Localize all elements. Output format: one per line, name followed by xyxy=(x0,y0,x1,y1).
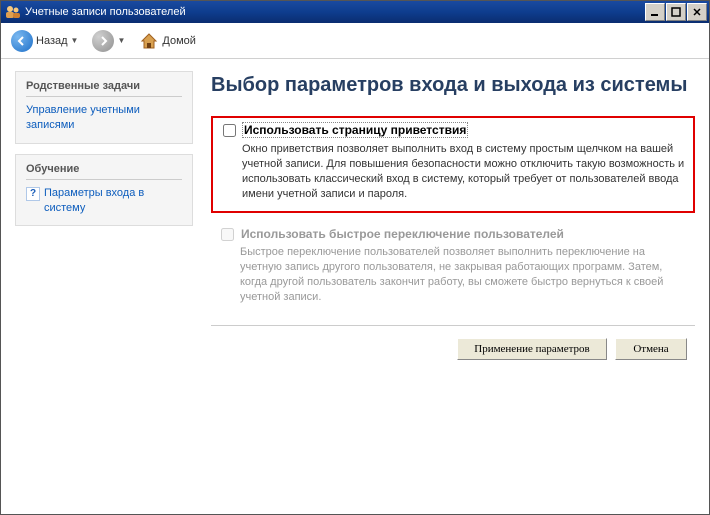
main-area: Родственные задачи Управление учетными з… xyxy=(1,59,709,514)
option-welcome-screen: Использовать страницу приветствия Окно п… xyxy=(211,116,695,213)
home-icon xyxy=(139,31,159,51)
help-icon: ? xyxy=(26,187,40,201)
button-row: Применение параметров Отмена xyxy=(211,338,695,360)
forward-button[interactable]: ▼ xyxy=(88,28,129,54)
fast-switch-label: Использовать быстрое переключение пользо… xyxy=(240,227,565,241)
navbar: Назад ▼ ▼ Домой xyxy=(1,23,709,59)
users-app-icon xyxy=(5,4,21,20)
welcome-label[interactable]: Использовать страницу приветствия xyxy=(242,122,468,138)
login-params-link[interactable]: ? Параметры входа в систему xyxy=(26,186,182,216)
fast-switch-description: Быстрое переключение пользователей позво… xyxy=(221,245,689,304)
back-arrow-icon xyxy=(11,30,33,52)
maximize-button[interactable] xyxy=(666,3,686,21)
page-title: Выбор параметров входа и выхода из систе… xyxy=(211,73,695,98)
titlebar: Учетные записи пользователей xyxy=(1,1,709,23)
apply-button[interactable]: Применение параметров xyxy=(457,338,607,360)
home-button[interactable]: Домой xyxy=(135,29,200,53)
back-dropdown-icon: ▼ xyxy=(71,36,79,45)
link-label: Управление учетными записями xyxy=(26,103,182,133)
cancel-button[interactable]: Отмена xyxy=(615,338,687,360)
learn-panel: Обучение ? Параметры входа в систему xyxy=(15,154,193,227)
option-welcome-head: Использовать страницу приветствия xyxy=(223,122,687,138)
link-label: Параметры входа в систему xyxy=(44,186,182,216)
welcome-checkbox[interactable] xyxy=(223,124,236,137)
home-label: Домой xyxy=(162,35,196,47)
content-pane: Выбор параметров входа и выхода из систе… xyxy=(211,71,695,506)
window-title: Учетные записи пользователей xyxy=(25,6,645,18)
forward-dropdown-icon: ▼ xyxy=(117,36,125,45)
close-button[interactable] xyxy=(687,3,707,21)
welcome-description: Окно приветствия позволяет выполнить вхо… xyxy=(223,142,687,201)
forward-arrow-icon xyxy=(92,30,114,52)
sidebar: Родственные задачи Управление учетными з… xyxy=(15,71,193,506)
manage-accounts-link[interactable]: Управление учетными записями xyxy=(26,103,182,133)
divider xyxy=(211,325,695,326)
back-button[interactable]: Назад ▼ xyxy=(7,28,82,54)
window: Учетные записи пользователей Назад ▼ ▼ Д… xyxy=(0,0,710,515)
back-label: Назад xyxy=(36,35,68,47)
fast-switch-checkbox xyxy=(221,228,234,241)
window-controls xyxy=(645,3,707,21)
option-fast-switch: Использовать быстрое переключение пользо… xyxy=(211,223,695,314)
option-fast-switch-head: Использовать быстрое переключение пользо… xyxy=(221,227,689,241)
related-tasks-panel: Родственные задачи Управление учетными з… xyxy=(15,71,193,144)
minimize-button[interactable] xyxy=(645,3,665,21)
related-tasks-header: Родственные задачи xyxy=(26,80,182,97)
learn-header: Обучение xyxy=(26,163,182,180)
